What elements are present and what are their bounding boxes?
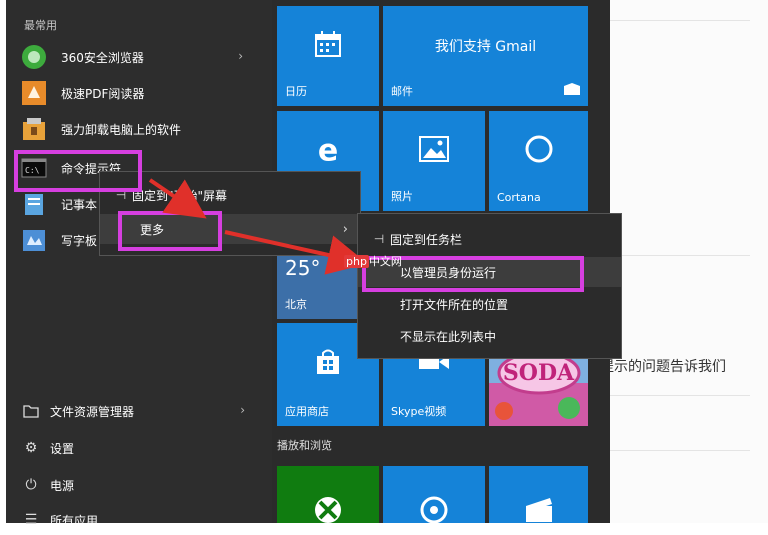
watermark-text: 中文网 [368,255,402,268]
system-label: 所有应用 [50,513,99,528]
mail-icon [564,80,580,99]
power-item[interactable]: ⏻ 电源 [22,470,267,500]
pdf-icon [20,79,48,107]
tile-label: 北京 [285,298,307,311]
chevron-right-icon[interactable]: › [238,49,243,63]
app-item-360-browser[interactable]: 360安全浏览器 › [20,40,265,74]
chevron-right-icon: › [342,221,348,237]
edge-icon: e [317,133,339,169]
weather-temperature: 25° [285,256,321,280]
app-label: 记事本 [61,197,98,212]
background-divider [600,450,750,451]
tile-label: 照片 [391,190,413,203]
menu-item-open-file-location[interactable]: 打开文件所在的位置 [358,289,621,319]
system-label: 电源 [50,478,75,493]
clapperboard-icon [524,496,554,526]
background-text: 提示的问题告诉我们 [600,359,726,375]
watermark: php 中文网 [344,253,402,269]
tile-mail[interactable]: 我们支持 Gmail 邮件 [383,6,588,106]
app-label: 写字板 [61,233,98,248]
app-label: 360安全浏览器 [61,50,144,65]
tile-calendar[interactable]: 日历 [277,6,379,106]
pin-icon: ⊣ [373,232,385,246]
most-used-label: 最常用 [24,19,57,32]
highlight-command-prompt [14,150,142,192]
group-label-play: 播放和浏览 [277,439,332,452]
tile-label: Skype视频 [391,405,447,418]
chevron-right-icon[interactable]: › [240,403,245,417]
file-explorer-item[interactable]: 文件资源管理器 › [22,396,267,426]
tile-xbox[interactable] [277,466,379,523]
list-icon: ☰ [24,512,38,528]
candy-logo-text: SODA [502,360,575,386]
background-page [600,0,768,523]
background-divider [600,20,750,21]
system-label: 设置 [50,441,75,456]
mail-tile-title: 我们支持 Gmail [434,39,537,55]
menu-item-label: 固定到"开始"屏幕 [132,188,228,203]
cortana-icon [524,134,554,168]
browser-icon [20,43,48,71]
app-item-pdf-reader[interactable]: 极速PDF阅读器 [20,76,265,110]
photo-icon [419,136,449,166]
gear-icon: ⚙ [24,440,38,456]
menu-item-pin-to-taskbar[interactable]: ⊣ 固定到任务栏 [358,224,621,254]
folder-icon [22,402,40,420]
notepad-icon [20,190,48,218]
menu-item-label: 不显示在此列表中 [400,329,497,344]
tile-label: 应用商店 [285,405,329,418]
tile-groove[interactable] [383,466,485,524]
menu-item-label: 固定到任务栏 [390,232,463,247]
app-label: 强力卸载电脑上的软件 [61,122,182,137]
all-apps-item[interactable]: ☰ 所有应用 [22,505,267,535]
watermark-brand: php [344,255,369,268]
wordpad-icon [20,226,48,254]
settings-item[interactable]: ⚙ 设置 [22,433,267,463]
music-icon [420,496,448,528]
tile-label: Cortana [497,191,541,204]
calendar-icon [314,30,342,62]
background-divider [600,255,750,256]
tile-cortana[interactable]: Cortana [489,111,588,211]
power-icon: ⏻ [25,477,37,493]
xbox-icon [314,496,342,528]
store-icon [314,348,342,380]
menu-item-hide-from-list[interactable]: 不显示在此列表中 [358,321,621,351]
app-item-uninstaller[interactable]: 强力卸载电脑上的软件 [20,112,265,146]
background-divider [600,395,750,396]
tile-label: 邮件 [391,85,413,98]
tile-label: 日历 [285,85,307,98]
system-label: 文件资源管理器 [50,404,135,419]
uninstall-icon [20,115,48,143]
tile-photos[interactable]: 照片 [383,111,485,211]
menu-item-label: 打开文件所在的位置 [400,297,509,312]
tile-movies[interactable] [489,466,588,523]
highlight-more [118,211,222,251]
app-label: 极速PDF阅读器 [61,86,145,101]
